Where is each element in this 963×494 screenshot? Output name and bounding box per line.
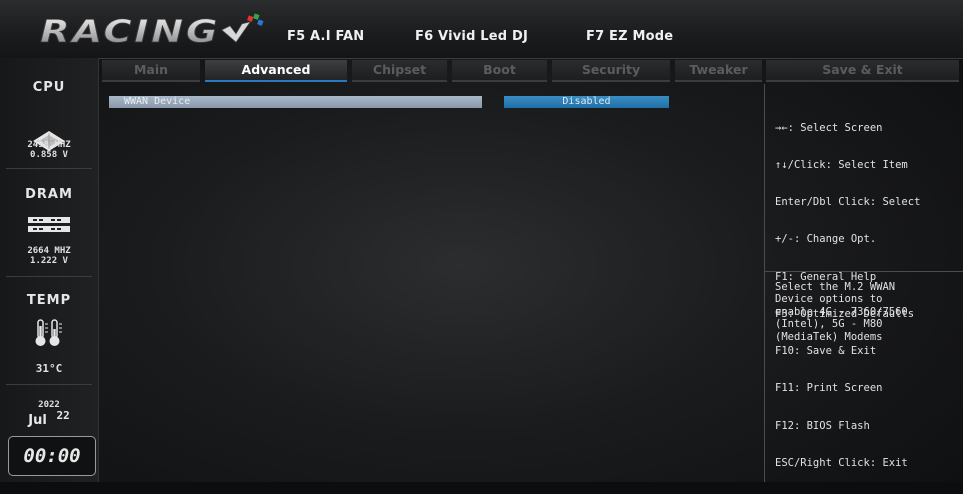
hotkey-vivid-led-dj[interactable]: F6 Vivid Led DJ bbox=[415, 29, 528, 44]
temp-value: 31°C bbox=[35, 362, 63, 375]
dram-label: DRAM bbox=[25, 187, 73, 202]
setting-wwan-device-label[interactable]: WWAN Device bbox=[109, 96, 482, 108]
help-line: F11: Print Screen bbox=[775, 382, 883, 395]
help-line: +/-: Change Opt. bbox=[775, 233, 877, 246]
dram-icon bbox=[28, 217, 70, 232]
date-month-day: Jul 22 bbox=[0, 409, 98, 428]
top-bar: RACING F5 A.I FAN F6 Vivid Led DJ F7 EZ … bbox=[0, 0, 963, 59]
help-line: Enter/Dbl Click: Select bbox=[775, 196, 921, 209]
help-line: →←: Select Screen bbox=[775, 121, 883, 134]
tab-boot[interactable]: Boot bbox=[452, 60, 547, 82]
svg-text:RACING: RACING bbox=[40, 14, 220, 48]
temp-label: TEMP bbox=[26, 293, 72, 308]
cpu-label: CPU bbox=[32, 80, 66, 95]
bios-screen: RACING F5 A.I FAN F6 Vivid Led DJ F7 EZ … bbox=[0, 0, 963, 482]
setting-wwan-device-value[interactable]: Disabled bbox=[504, 96, 669, 108]
date-day: 22 bbox=[56, 409, 70, 422]
help-line: F12: BIOS Flash bbox=[775, 419, 870, 432]
status-sidebar: CPU 2498 MHZ 0.858 V DRAM 2664 MHZ 1.222… bbox=[0, 58, 99, 482]
sidebar-divider bbox=[6, 384, 92, 385]
cpu-voltage: 0.858 V bbox=[30, 150, 68, 160]
tab-chipset[interactable]: Chipset bbox=[352, 60, 447, 82]
sidebar-divider bbox=[6, 276, 92, 277]
help-line: F10: Save & Exit bbox=[775, 345, 877, 358]
dram-voltage: 1.222 V bbox=[30, 256, 68, 266]
help-line: ESC/Right Click: Exit bbox=[775, 456, 908, 469]
help-line: ↑↓/Click: Select Item bbox=[775, 159, 908, 172]
tab-security[interactable]: Security bbox=[552, 60, 670, 82]
hotkey-ai-fan[interactable]: F5 A.I FAN bbox=[287, 29, 364, 44]
thermometer-icon bbox=[35, 319, 62, 346]
clock-display: 00:00 bbox=[8, 436, 96, 476]
sidebar-divider bbox=[6, 168, 92, 169]
cpu-frequency: 2498 MHZ bbox=[27, 140, 71, 150]
tab-advanced[interactable]: Advanced bbox=[205, 60, 347, 82]
item-description: Select the M.2 WWAN Device options to en… bbox=[775, 281, 908, 343]
hotkey-ez-mode[interactable]: F7 EZ Mode bbox=[586, 29, 673, 44]
tab-main[interactable]: Main bbox=[102, 60, 200, 82]
tab-save-exit[interactable]: Save & Exit bbox=[766, 60, 959, 82]
racing-logo: RACING bbox=[40, 13, 264, 48]
tab-tweaker[interactable]: Tweaker bbox=[675, 60, 762, 82]
panel-divider bbox=[764, 84, 765, 482]
dram-frequency: 2664 MHZ bbox=[27, 246, 71, 256]
menu-tabs: Main Advanced Chipset Boot Security Twea… bbox=[102, 60, 762, 82]
date-month: Jul bbox=[28, 413, 47, 428]
